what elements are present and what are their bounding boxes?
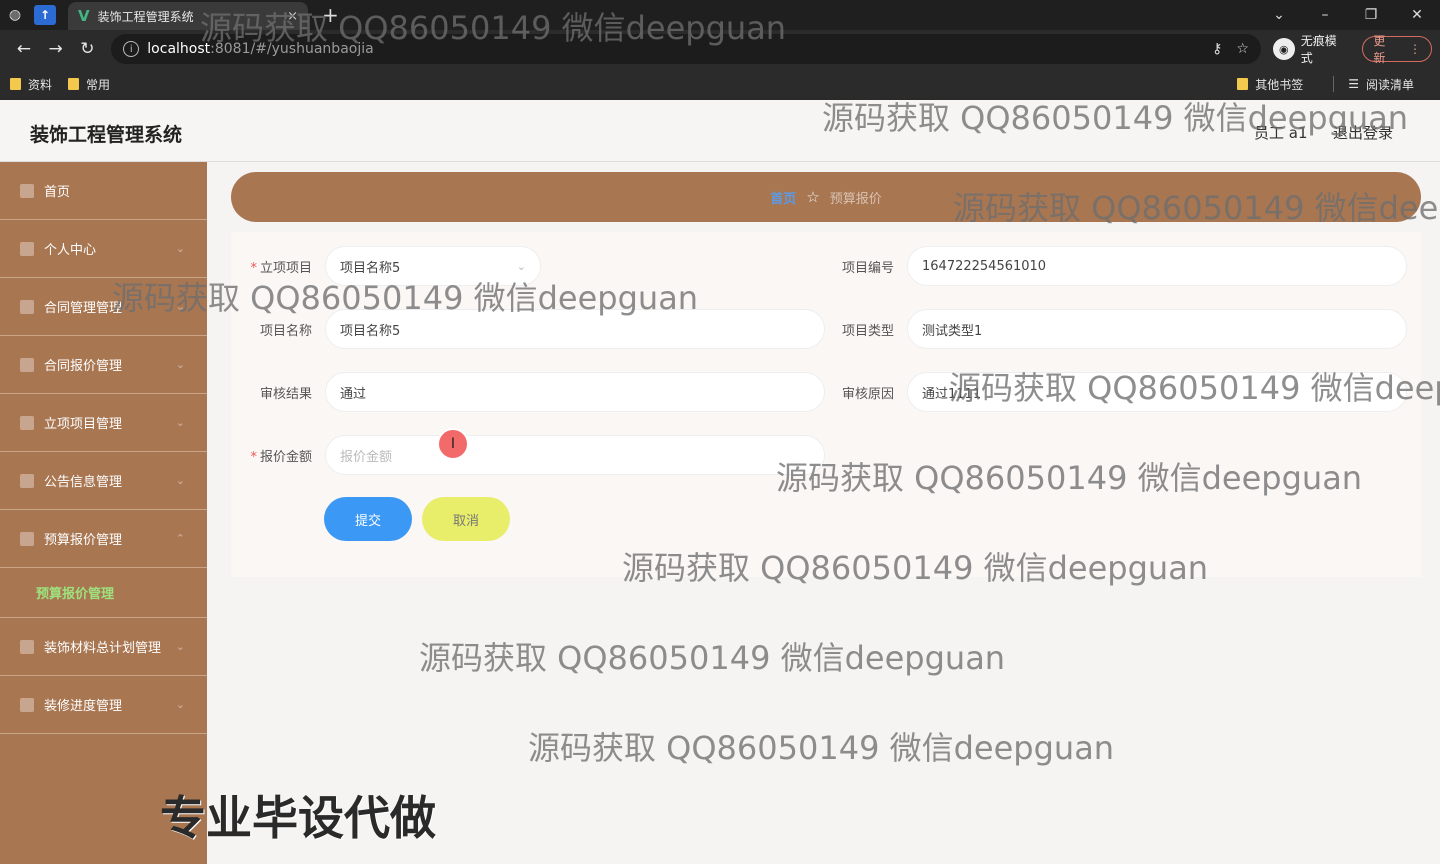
chevron-down-icon: ⌄ xyxy=(175,416,185,429)
code-field[interactable]: 164722254561010 xyxy=(907,246,1407,286)
main-content: 首页 ☆ 预算报价 * 立项项目 项目名称5 ⌄ 项目编号 16472225456… xyxy=(207,162,1440,864)
forward-icon[interactable]: → xyxy=(40,39,72,59)
list-icon xyxy=(20,357,34,372)
amount-input[interactable]: 报价金额 xyxy=(325,435,825,475)
vue-logo-icon: V xyxy=(78,7,90,25)
amount-label: * 报价金额 xyxy=(250,450,312,465)
update-label: 更新 xyxy=(1373,34,1386,65)
new-tab-button[interactable]: + xyxy=(322,3,339,27)
user-icon xyxy=(20,241,34,256)
app-title: 装饰工程管理系统 xyxy=(30,124,183,146)
reason-label: 审核原因 xyxy=(841,387,894,402)
sidebar-subitem-budget-quote[interactable]: 预算报价管理 xyxy=(0,568,207,618)
site-info-icon[interactable]: i xyxy=(123,41,140,57)
sidebar-item-contract-quote[interactable]: 合同报价管理 ⌄ xyxy=(0,336,207,394)
tab-title: 装饰工程管理系统 xyxy=(97,9,194,24)
address-toolbar: ← → ↻ i localhost:8081/#/yushuanbaojia ⚷… xyxy=(0,30,1440,68)
bookmark-folder[interactable]: 常用 xyxy=(68,76,110,93)
tab-close-icon[interactable]: × xyxy=(287,9,298,24)
menu-dots-icon: ⋮ xyxy=(1409,42,1421,56)
chevron-down-icon: ⌄ xyxy=(175,640,185,653)
sidebar-item-contract[interactable]: 合同管理管理 ⌄ xyxy=(0,278,207,336)
result-label: 审核结果 xyxy=(259,387,312,402)
browser-tabbar: ◍ ↑ V 装饰工程管理系统 × + ⌄ – ❐ ✕ xyxy=(0,0,1440,30)
cancel-button[interactable]: 取消 xyxy=(422,497,510,541)
type-label: 项目类型 xyxy=(841,324,894,339)
name-field[interactable]: 项目名称5 xyxy=(325,309,825,349)
breadcrumb-home[interactable]: 首页 xyxy=(770,188,796,207)
tab-search-icon[interactable]: ⌄ xyxy=(1256,7,1302,23)
bar-chart-icon xyxy=(20,697,34,712)
chevron-down-icon: ⌄ xyxy=(175,474,185,487)
breadcrumb-current: 预算报价 xyxy=(829,191,882,207)
project-icon xyxy=(20,415,34,430)
url-path: :8081/#/yushuanbaojia xyxy=(210,41,374,57)
incognito-icon: ◉ xyxy=(1272,38,1295,60)
bookmarks-bar: 资料 常用 其他书签 ☰ 阅读清单 xyxy=(0,68,1440,100)
chevron-down-icon: ⌄ xyxy=(175,300,185,313)
sidebar-item-notice[interactable]: 公告信息管理 ⌄ xyxy=(0,452,207,510)
name-label: 项目名称 xyxy=(259,324,312,339)
submit-button[interactable]: 提交 xyxy=(324,497,412,541)
current-user: 员工 a1 xyxy=(1254,124,1308,142)
other-bookmarks[interactable]: 其他书签 xyxy=(1237,76,1303,93)
folder-icon xyxy=(1237,78,1249,90)
contract-icon xyxy=(20,299,34,314)
result-field[interactable]: 通过 xyxy=(325,372,825,412)
bookmark-star-icon[interactable]: ☆ xyxy=(1236,41,1249,57)
promo-watermark: 专业毕设代做 xyxy=(160,791,436,845)
browser-tab[interactable]: V 装饰工程管理系统 × xyxy=(68,2,308,30)
project-select[interactable]: 项目名称5 ⌄ xyxy=(325,246,541,286)
url-bar[interactable]: i localhost:8081/#/yushuanbaojia ⚷ ☆ xyxy=(111,34,1261,64)
chevron-up-icon: ⌃ xyxy=(175,532,185,545)
notice-icon xyxy=(20,473,34,488)
incognito-label: 无痕模式 xyxy=(1300,34,1337,65)
chevron-down-icon: ⌄ xyxy=(175,242,185,255)
chevron-down-icon: ⌄ xyxy=(516,259,526,273)
sidebar-item-project[interactable]: 立项项目管理 ⌄ xyxy=(0,394,207,452)
reason-field[interactable]: 通过1111 xyxy=(907,372,1407,412)
app-header: 装饰工程管理系统 员工 a1 退出登录 xyxy=(0,100,1440,162)
minimize-icon[interactable]: – xyxy=(1302,7,1348,23)
folder-icon xyxy=(68,78,80,90)
budget-icon xyxy=(20,531,34,546)
type-field[interactable]: 测试类型1 xyxy=(907,309,1407,349)
reading-list[interactable]: ☰ 阅读清单 xyxy=(1348,76,1414,93)
key-icon[interactable]: ⚷ xyxy=(1212,41,1222,57)
text-cursor-icon: I xyxy=(437,428,469,460)
star-icon: ☆ xyxy=(806,188,820,206)
home-icon xyxy=(20,183,34,198)
update-button[interactable]: 更新 ⋮ xyxy=(1362,34,1432,65)
breadcrumb: 首页 ☆ 预算报价 xyxy=(231,172,1421,222)
sidebar-item-budget[interactable]: 预算报价管理 ⌃ xyxy=(0,510,207,568)
url-host: localhost xyxy=(147,41,211,57)
reload-icon[interactable]: ↻ xyxy=(72,39,104,59)
sidebar-item-progress[interactable]: 装修进度管理 ⌄ xyxy=(0,676,207,734)
app-tab-icon[interactable]: ↑ xyxy=(34,5,56,25)
chevron-down-icon: ⌄ xyxy=(175,358,185,371)
window-controls: ⌄ – ❐ ✕ xyxy=(1256,7,1440,23)
code-label: 项目编号 xyxy=(841,261,894,276)
materials-icon xyxy=(20,639,34,654)
divider xyxy=(1333,76,1335,92)
sidebar: 首页 个人中心 ⌄ 合同管理管理 ⌄ 合同报价管理 ⌄ 立项项目管理 ⌄ 公告信息管理 ⌄… xyxy=(0,162,207,864)
globe-icon[interactable]: ◍ xyxy=(0,0,30,30)
folder-icon xyxy=(10,78,21,90)
sidebar-item-profile[interactable]: 个人中心 ⌄ xyxy=(0,220,207,278)
back-icon[interactable]: ← xyxy=(8,39,40,59)
bookmark-folder[interactable]: 资料 xyxy=(10,76,52,93)
reading-list-icon: ☰ xyxy=(1348,77,1359,91)
project-label: * 立项项目 xyxy=(250,261,312,276)
logout-link[interactable]: 退出登录 xyxy=(1333,122,1393,143)
incognito-indicator[interactable]: ◉ 无痕模式 xyxy=(1272,32,1348,66)
sidebar-item-materials[interactable]: 装饰材料总计划管理 ⌄ xyxy=(0,618,207,676)
sidebar-item-home[interactable]: 首页 xyxy=(0,162,207,220)
close-window-icon[interactable]: ✕ xyxy=(1394,7,1440,23)
chevron-down-icon: ⌄ xyxy=(175,698,185,711)
restore-icon[interactable]: ❐ xyxy=(1348,7,1394,23)
